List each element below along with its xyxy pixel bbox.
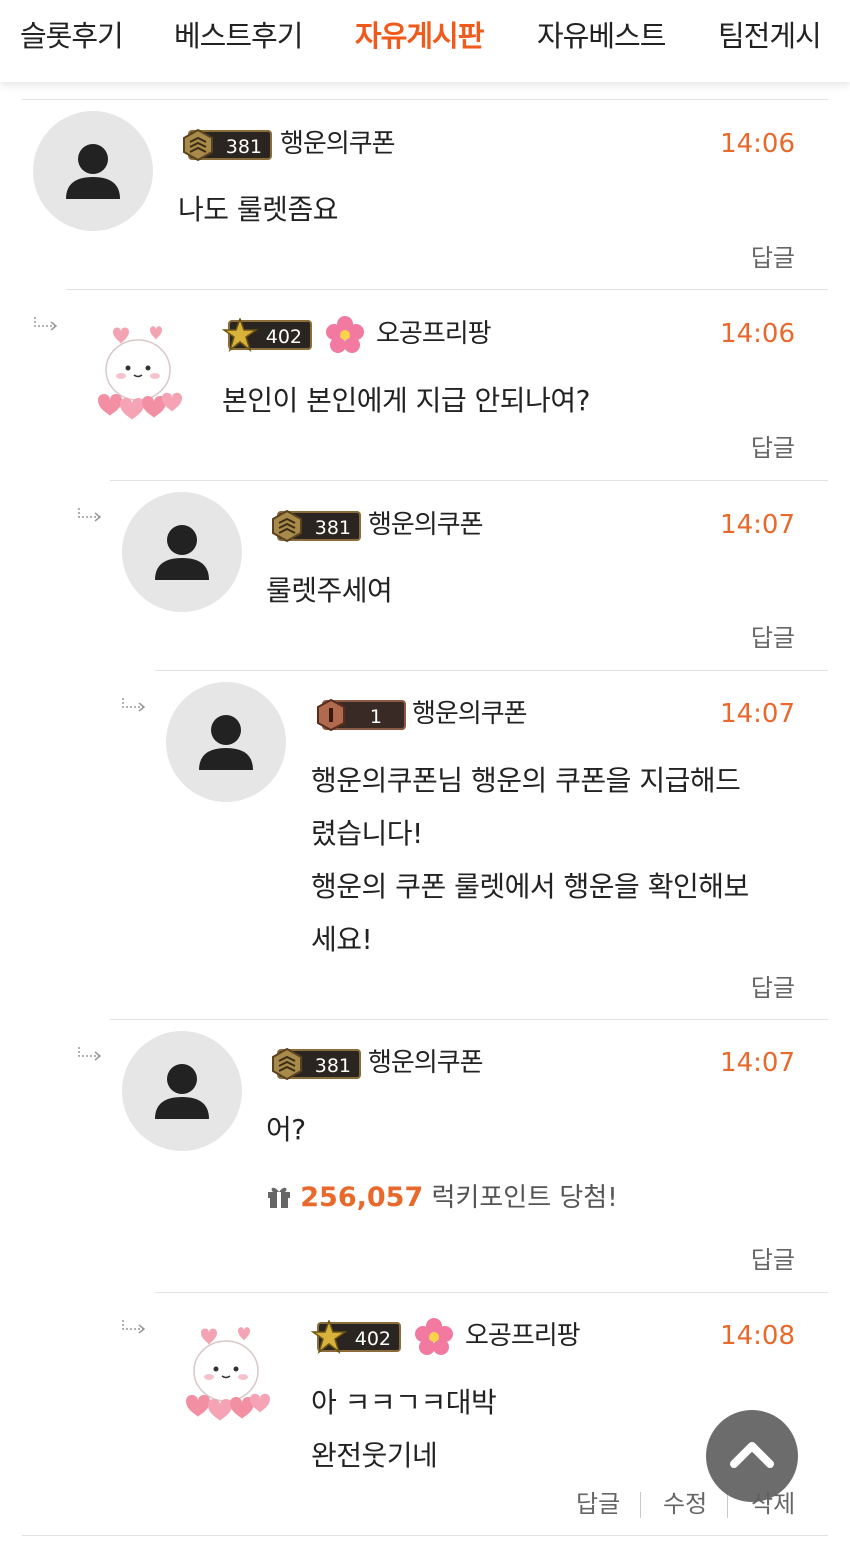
level-badge: 381: [272, 1047, 361, 1081]
level-number: 381: [314, 1055, 351, 1077]
comment-line: 행운의쿠폰님 행운의 쿠폰을 지급해드: [311, 764, 741, 797]
reply-arrow-icon: [122, 1320, 146, 1334]
scroll-to-top-button[interactable]: [706, 1410, 798, 1502]
person-silhouette-icon: [66, 144, 120, 199]
reply-button[interactable]: 답글: [576, 1489, 620, 1519]
timestamp: 14:07: [720, 510, 795, 540]
nickname[interactable]: 오공프리팡: [376, 317, 492, 351]
avatar[interactable]: [166, 682, 286, 802]
avatar[interactable]: [122, 1031, 242, 1151]
reply-arrow-icon: [78, 508, 102, 522]
divider: [22, 99, 828, 100]
timestamp: 14:07: [720, 1048, 795, 1078]
comment-text: 룰렛주세여: [266, 574, 393, 607]
comment-line: 행운의 쿠폰 룰렛에서 행운을 확인해보: [311, 870, 749, 903]
nickname[interactable]: 행운의쿠폰: [368, 508, 484, 542]
rank-icon: [311, 1320, 347, 1355]
timestamp: 14:07: [720, 699, 795, 729]
nickname[interactable]: 행운의쿠폰: [368, 1046, 484, 1080]
person-silhouette-icon: [155, 525, 209, 580]
rank-icon: [272, 1047, 302, 1081]
chevron-up-icon: [730, 1442, 774, 1468]
level-number: 1: [369, 706, 382, 728]
character-avatar-icon[interactable]: [88, 320, 188, 420]
level-number: 402: [265, 326, 302, 348]
tab-best-review[interactable]: 베스트후기: [174, 16, 303, 56]
level-badge: 402: [311, 1320, 401, 1355]
level-badge: 1: [317, 698, 406, 732]
gift-icon: [268, 1187, 290, 1208]
comment-line: 세요!: [311, 923, 373, 956]
tab-free-best[interactable]: 자유베스트: [537, 16, 666, 56]
rank-icon: [222, 318, 258, 353]
character-avatar-icon[interactable]: [176, 1321, 276, 1421]
person-silhouette-icon: [155, 1064, 209, 1119]
divider: [155, 1292, 828, 1293]
timestamp: 14:08: [720, 1321, 795, 1351]
point-text: 럭키포인트 당첨!: [431, 1183, 618, 1213]
tab-slot-review[interactable]: 슬롯후기: [20, 16, 124, 56]
divider: [22, 1535, 828, 1536]
comment-text: 아 ㅋㅋㄱㅋ대박 완전웃기네: [311, 1376, 497, 1482]
nickname[interactable]: 행운의쿠폰: [412, 697, 528, 731]
divider: [155, 670, 828, 671]
reply-button[interactable]: 답글: [751, 1245, 795, 1275]
reply-button[interactable]: 답글: [751, 973, 795, 1003]
avatar[interactable]: [33, 111, 153, 231]
level-badge: 381: [272, 509, 361, 543]
rank-icon: [317, 698, 345, 732]
reply-arrow-icon: [78, 1047, 102, 1061]
rank-icon: [183, 128, 213, 162]
point-amount: 256,057: [300, 1182, 424, 1213]
timestamp: 14:06: [720, 319, 795, 349]
avatar[interactable]: [122, 492, 242, 612]
nickname[interactable]: 오공프리팡: [465, 1319, 581, 1353]
comment-line: 완전웃기네: [311, 1439, 438, 1472]
level-badge: 402: [222, 318, 312, 353]
lucky-point-notice: 256,057 럭키포인트 당첨!: [266, 1181, 618, 1215]
level-number: 402: [354, 1328, 391, 1350]
rank-icon: [272, 509, 302, 543]
comment-text: 나도 룰렛좀요: [178, 193, 338, 226]
level-badge: 381: [183, 128, 272, 162]
person-silhouette-icon: [199, 715, 253, 770]
comment-text: 본인이 본인에게 지급 안되나여?: [222, 384, 590, 417]
level-number: 381: [314, 517, 351, 539]
reply-arrow-icon: [122, 698, 146, 712]
comment-line: 아 ㅋㅋㄱㅋ대박: [311, 1386, 497, 1419]
divider: [110, 480, 828, 481]
timestamp: 14:06: [720, 129, 795, 159]
reply-button[interactable]: 답글: [751, 623, 795, 653]
level-number: 381: [225, 136, 262, 158]
divider: [110, 1019, 828, 1020]
tab-team-board[interactable]: 팀전게시: [718, 16, 822, 56]
reply-button[interactable]: 답글: [751, 433, 795, 463]
comment-line: 렸습니다!: [311, 817, 423, 850]
reply-arrow-icon: [34, 317, 58, 331]
reply-button[interactable]: 답글: [751, 243, 795, 273]
edit-button[interactable]: 수정: [663, 1489, 707, 1519]
separator: [640, 1492, 641, 1518]
divider: [66, 289, 828, 290]
comment-text: 행운의쿠폰님 행운의 쿠폰을 지급해드 렸습니다! 행운의 쿠폰 룰렛에서 행운…: [311, 754, 791, 966]
top-navigation: 슬롯후기 베스트후기 자유게시판 자유베스트 팀전게시: [0, 0, 850, 82]
tab-free-board[interactable]: 자유게시판: [355, 16, 484, 56]
comment-text: 어?: [266, 1113, 306, 1146]
nickname[interactable]: 행운의쿠폰: [280, 127, 396, 161]
pink-flower-icon: [415, 1318, 453, 1355]
pink-flower-icon: [326, 316, 364, 353]
